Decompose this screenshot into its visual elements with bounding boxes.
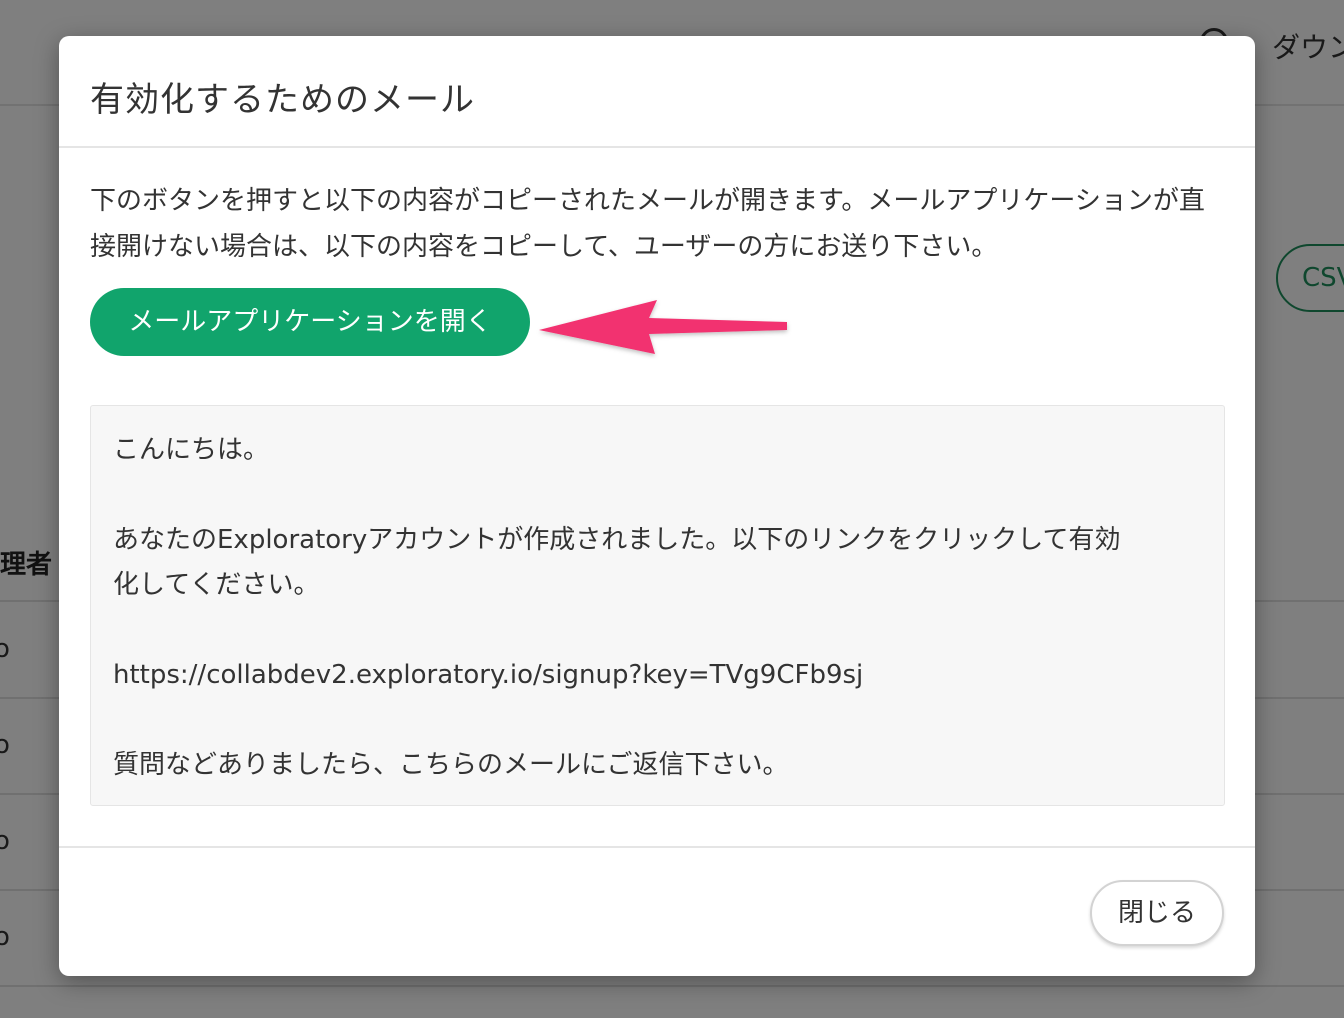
signup-link: https://collabdev2.exploratory.io/signup… [113,660,864,690]
open-mail-app-button[interactable]: メールアプリケーションを開く [90,288,530,356]
close-button[interactable]: 閉じる [1090,880,1224,946]
message-greeting: こんにちは。 [113,435,270,465]
instructions-text: 下のボタンを押すと以下の内容がコピーされたメールが開きます。メールアプリケーショ… [90,186,1205,262]
dialog-footer: 閉じる [59,846,1255,976]
message-closing: 質問などありましたら、こちらのメールにご返信下さい。 [113,750,789,780]
activation-email-dialog: 有効化するためのメール 下のボタンを押すと以下の内容がコピーされたメールが開きま… [59,36,1255,976]
dialog-header: 有効化するためのメール [59,36,1255,148]
dialog-title: 有効化するためのメール [90,80,475,120]
email-content-box[interactable]: こんにちは。 あなたのExploratoryアカウントが作成されました。以下のリ… [90,405,1225,806]
pointer-arrow-icon [539,300,787,354]
message-body-line2: 化してください。 [113,570,320,600]
message-body-line1: あなたのExploratoryアカウントが作成されました。以下のリンクをクリック… [113,525,1121,555]
dialog-body: 下のボタンを押すと以下の内容がコピーされたメールが開きます。メールアプリケーショ… [59,148,1255,848]
